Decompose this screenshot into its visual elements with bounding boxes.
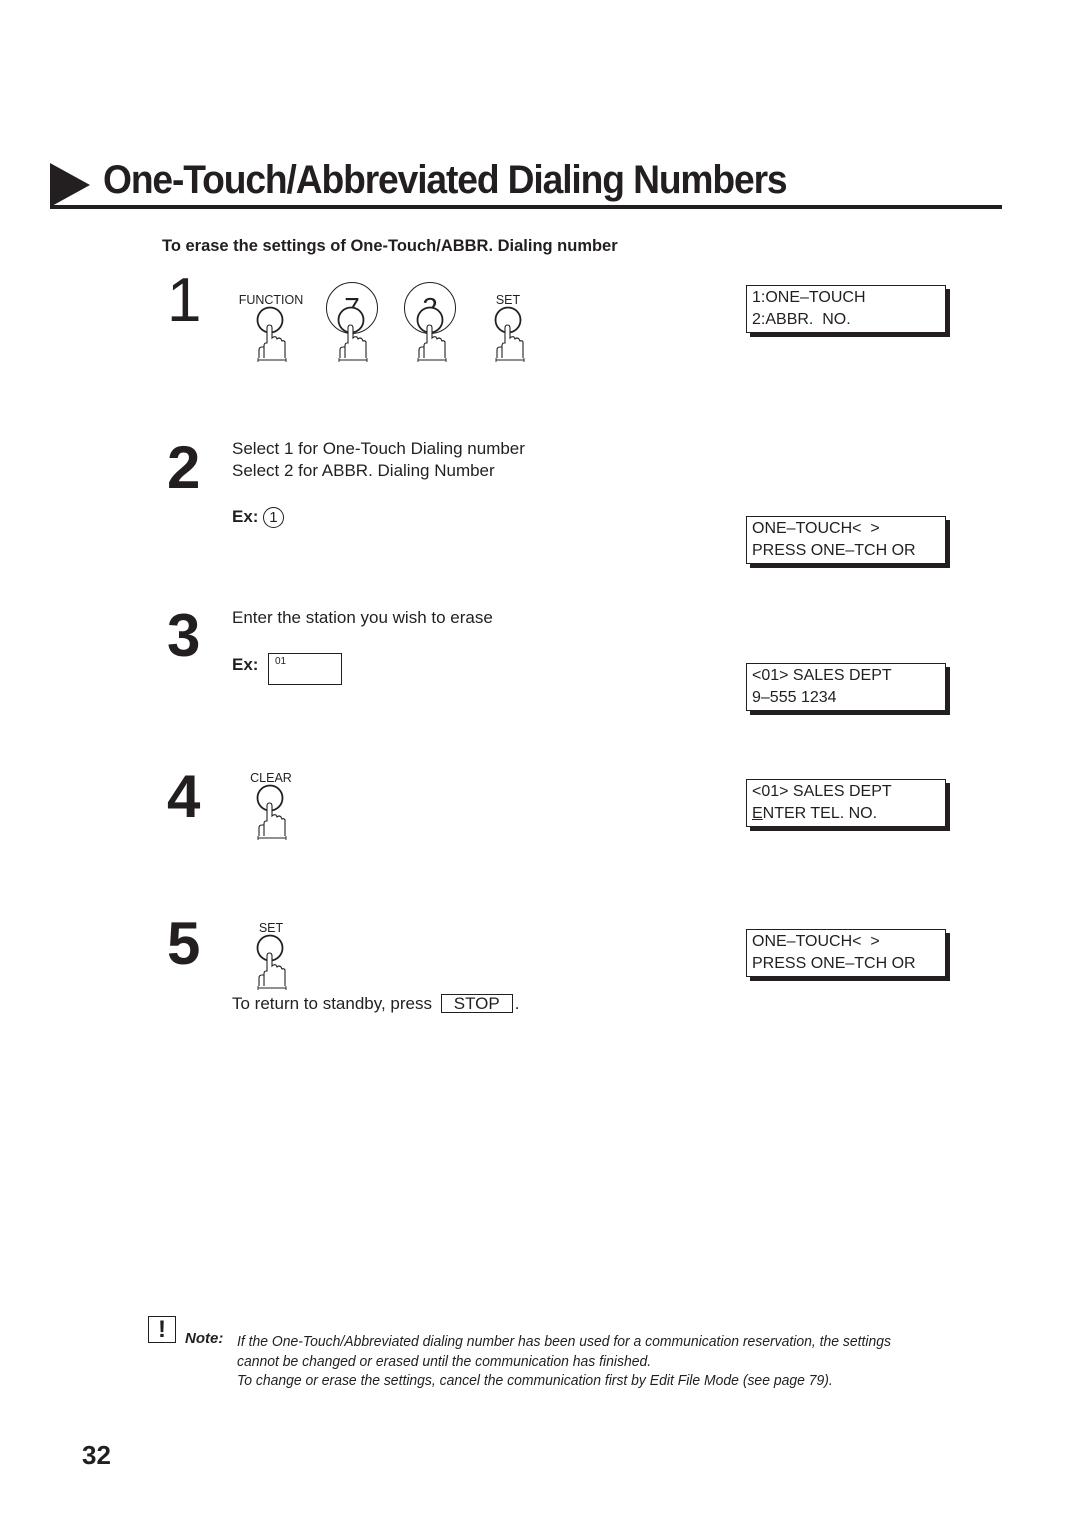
lcd-line-1: 1:ONE–TOUCH: [752, 289, 866, 306]
example-label: Ex:: [232, 507, 259, 526]
example-label: Ex:: [232, 655, 259, 674]
lcd-line-2: 2:ABBR. NO.: [752, 310, 851, 328]
lcd-display-step-1: 1:ONE–TOUCH 2:ABBR. NO.: [746, 285, 946, 333]
page-number: 32: [82, 1440, 111, 1470]
lcd-display-step-3: <01> SALES DEPT 9–555 1234: [746, 663, 946, 711]
hand-press-icon: [258, 936, 287, 991]
lcd-line-1: ONE–TOUCH< >: [752, 520, 880, 537]
lcd-line-1: <01> SALES DEPT: [752, 667, 892, 684]
standby-end: .: [514, 994, 520, 1013]
note-line: If the One-Touch/Abbreviated dialing num…: [237, 1333, 891, 1350]
function-key-button[interactable]: [240, 298, 300, 378]
step-number: 4: [167, 763, 201, 830]
lcd-display-step-5: ONE–TOUCH< > PRESS ONE–TCH OR: [746, 929, 946, 977]
section-arrow-icon: [50, 163, 90, 207]
stop-key[interactable]: STOP: [440, 994, 513, 1013]
exclamation-icon: !: [148, 1316, 176, 1343]
note-label: Note:: [185, 1330, 224, 1347]
lcd-display-step-4: <01> SALES DEPT ENTER TEL. NO.: [746, 779, 946, 827]
title-divider: [50, 205, 1002, 209]
lcd-line-2: 9–555 1234: [752, 688, 837, 706]
note-line: To change or erase the settings, cancel …: [237, 1372, 833, 1389]
page-title: One-Touch/Abbreviated Dialing Numbers: [103, 158, 788, 202]
lcd-line-2: PRESS ONE–TCH OR: [752, 954, 916, 972]
hand-press-icon: [321, 298, 381, 378]
lcd-line-2: NTER TEL. NO.: [762, 804, 878, 822]
step-number: 2: [167, 434, 201, 501]
station-key-example: 01: [268, 653, 342, 685]
step-number: 5: [167, 910, 201, 977]
instruction-text: Enter the station you wish to erase: [232, 608, 493, 627]
hand-press-icon: [258, 786, 287, 841]
note-text: If the One-Touch/Abbreviated dialing num…: [237, 1332, 891, 1391]
lcd-line-2: PRESS ONE–TCH OR: [752, 541, 916, 559]
standby-instruction: To return to standby, press STOP.: [232, 993, 519, 1015]
instruction-text: Select 1 for One-Touch Dialing number: [232, 439, 525, 458]
circled-key-1: 1: [262, 507, 284, 529]
lcd-line-1: ONE–TOUCH< >: [752, 933, 880, 950]
hand-press-icon: [400, 298, 460, 378]
hand-press-icon: [258, 308, 287, 363]
hand-press-icon: [496, 308, 525, 363]
note-line: cannot be changed or erased until the co…: [237, 1352, 652, 1370]
standby-text: To return to standby, press: [232, 994, 433, 1013]
instruction-text: Select 2 for ABBR. Dialing Number: [232, 461, 495, 480]
step-number: 3: [167, 602, 201, 669]
lcd-line-1: <01> SALES DEPT: [752, 783, 892, 800]
clear-key-button[interactable]: [240, 776, 300, 856]
section-subtitle: To erase the settings of One-Touch/ABBR.…: [162, 236, 618, 255]
example-row: Ex: 1: [232, 507, 284, 529]
set-key-button[interactable]: [478, 298, 538, 378]
lcd-display-step-2: ONE–TOUCH< > PRESS ONE–TCH OR: [746, 516, 946, 564]
step-number: 1: [167, 266, 202, 335]
lcd-cursor: E: [752, 804, 763, 822]
